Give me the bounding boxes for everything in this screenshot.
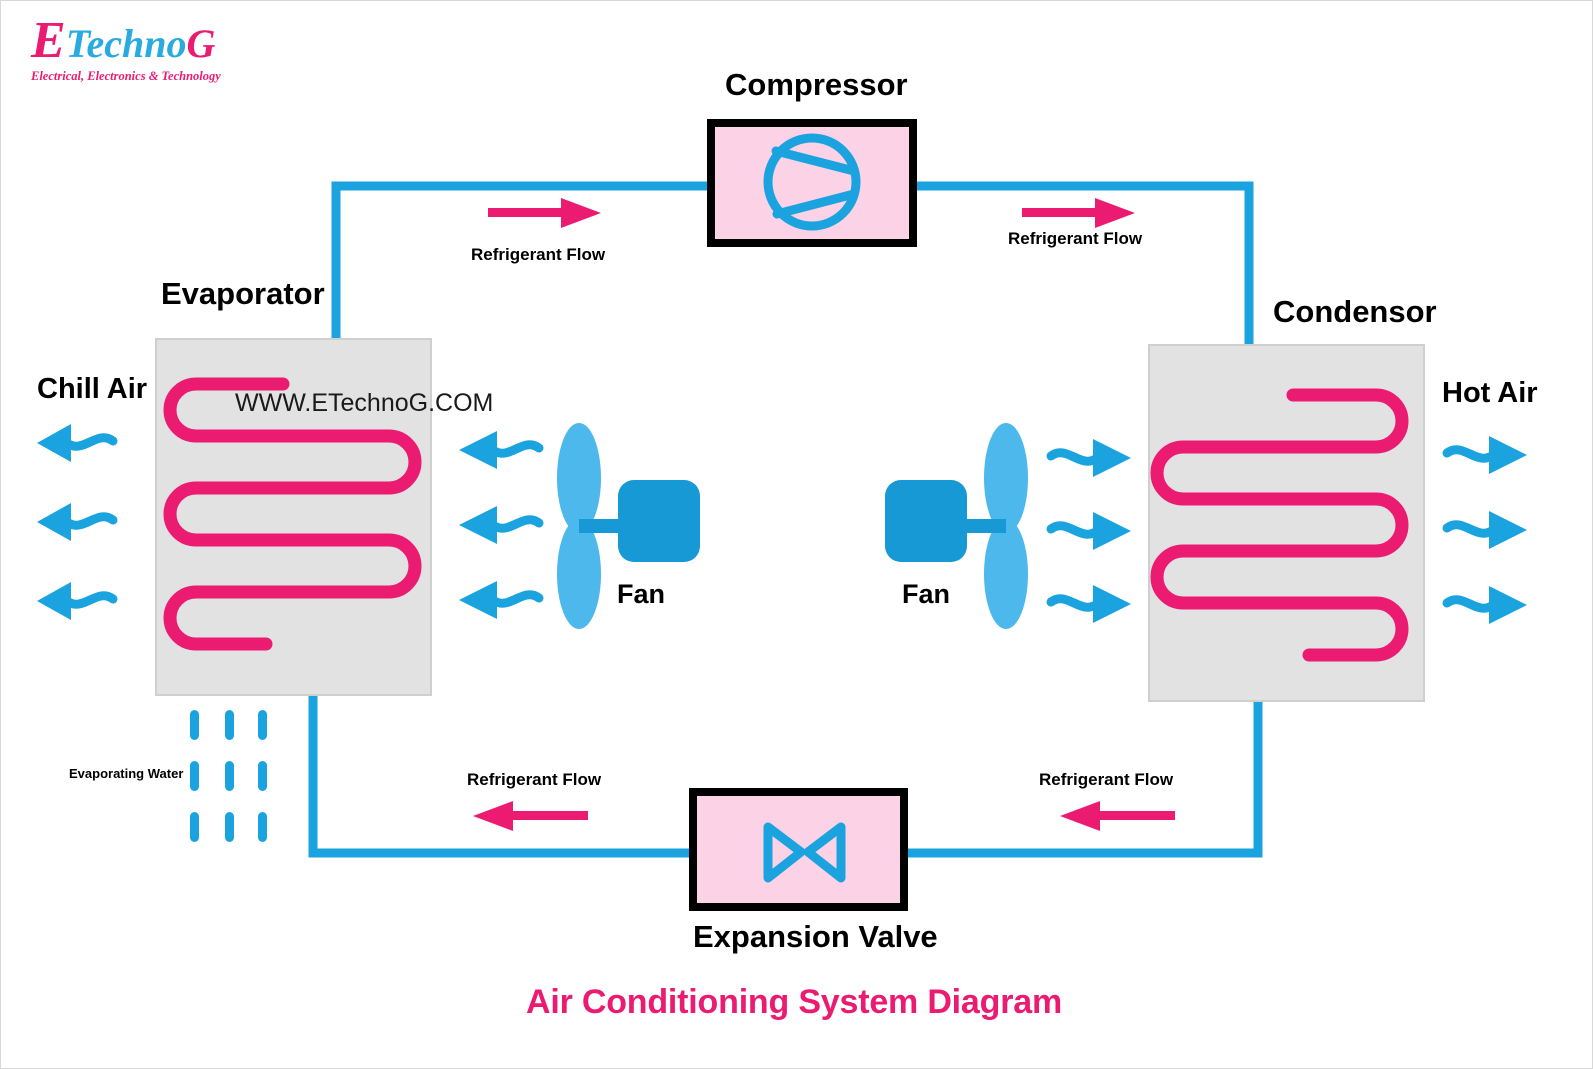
fan-right-blade-bottom bbox=[984, 519, 1028, 629]
refrigerant-flow-label-bottom-left: Refrigerant Flow bbox=[467, 770, 602, 789]
water-drop bbox=[258, 761, 267, 791]
fan-right-label: Fan bbox=[902, 579, 951, 609]
expansion-valve-label: Expansion Valve bbox=[693, 919, 938, 954]
water-drop bbox=[258, 710, 267, 740]
fan-left-label: Fan bbox=[617, 579, 666, 609]
refrigerant-flow-label-bottom-right: Refrigerant Flow bbox=[1039, 770, 1174, 789]
refrigerant-arrow-bottom-left bbox=[473, 801, 588, 831]
water-drop bbox=[258, 812, 267, 842]
condenser-air-arrow-1 bbox=[1046, 439, 1131, 477]
chill-air-arrow-2 bbox=[37, 503, 118, 541]
water-drop bbox=[225, 710, 234, 740]
compressor-label: Compressor bbox=[725, 67, 908, 102]
water-drop bbox=[225, 812, 234, 842]
water-drop bbox=[225, 761, 234, 791]
refrigerant-flow-label-top-right: Refrigerant Flow bbox=[1008, 229, 1143, 248]
fan-left-blade-bottom bbox=[557, 519, 601, 629]
fan-left-blade-top bbox=[557, 423, 601, 533]
expansion-valve-unit[interactable] bbox=[689, 788, 908, 911]
evaporator-air-arrow-3 bbox=[459, 581, 544, 619]
fan-right-motor bbox=[885, 480, 967, 562]
fan-right-blade-top bbox=[984, 423, 1028, 533]
evaporating-water-label: Evaporating Water bbox=[69, 766, 184, 781]
compressor-unit[interactable] bbox=[707, 119, 917, 247]
condenser-air-arrow-2 bbox=[1046, 512, 1131, 550]
water-drop bbox=[190, 761, 199, 791]
refrigerant-arrow-top-right bbox=[1022, 198, 1135, 228]
chill-air-label: Chill Air bbox=[37, 373, 148, 405]
water-drop bbox=[190, 812, 199, 842]
water-drop bbox=[190, 710, 199, 740]
diagram-title: Air Conditioning System Diagram bbox=[526, 983, 1062, 1021]
hot-air-arrow-2 bbox=[1442, 511, 1527, 549]
evaporator-air-arrow-2 bbox=[459, 506, 544, 544]
site-watermark: WWW.ETechnoG.COM bbox=[235, 389, 494, 417]
chill-air-arrows bbox=[37, 424, 118, 620]
diagram-canvas: ETechnoG Electrical, Electronics & Techn… bbox=[0, 0, 1593, 1069]
refrigerant-arrow-bottom-right bbox=[1060, 801, 1175, 831]
fan-left-motor bbox=[618, 480, 700, 562]
refrigerant-arrow-top-left bbox=[488, 198, 601, 228]
refrigerant-flow-label-top-left: Refrigerant Flow bbox=[471, 245, 606, 264]
ac-system-diagram bbox=[37, 119, 1527, 911]
hot-air-arrow-3 bbox=[1442, 586, 1527, 624]
condenser-unit[interactable] bbox=[1148, 344, 1425, 702]
hot-air-label: Hot Air bbox=[1442, 377, 1538, 409]
evaporating-water-drops bbox=[190, 710, 267, 842]
evaporator-air-arrow-1 bbox=[459, 431, 544, 469]
condenser-air-arrows bbox=[1046, 439, 1131, 623]
condenser-label: Condensor bbox=[1273, 294, 1437, 329]
hot-air-arrow-1 bbox=[1442, 436, 1527, 474]
evaporator-label: Evaporator bbox=[161, 276, 325, 311]
hot-air-arrows bbox=[1442, 436, 1527, 624]
chill-air-arrow-3 bbox=[37, 582, 118, 620]
condenser-air-arrow-3 bbox=[1046, 585, 1131, 623]
chill-air-arrow-1 bbox=[37, 424, 118, 462]
evaporator-air-arrows bbox=[459, 431, 544, 619]
